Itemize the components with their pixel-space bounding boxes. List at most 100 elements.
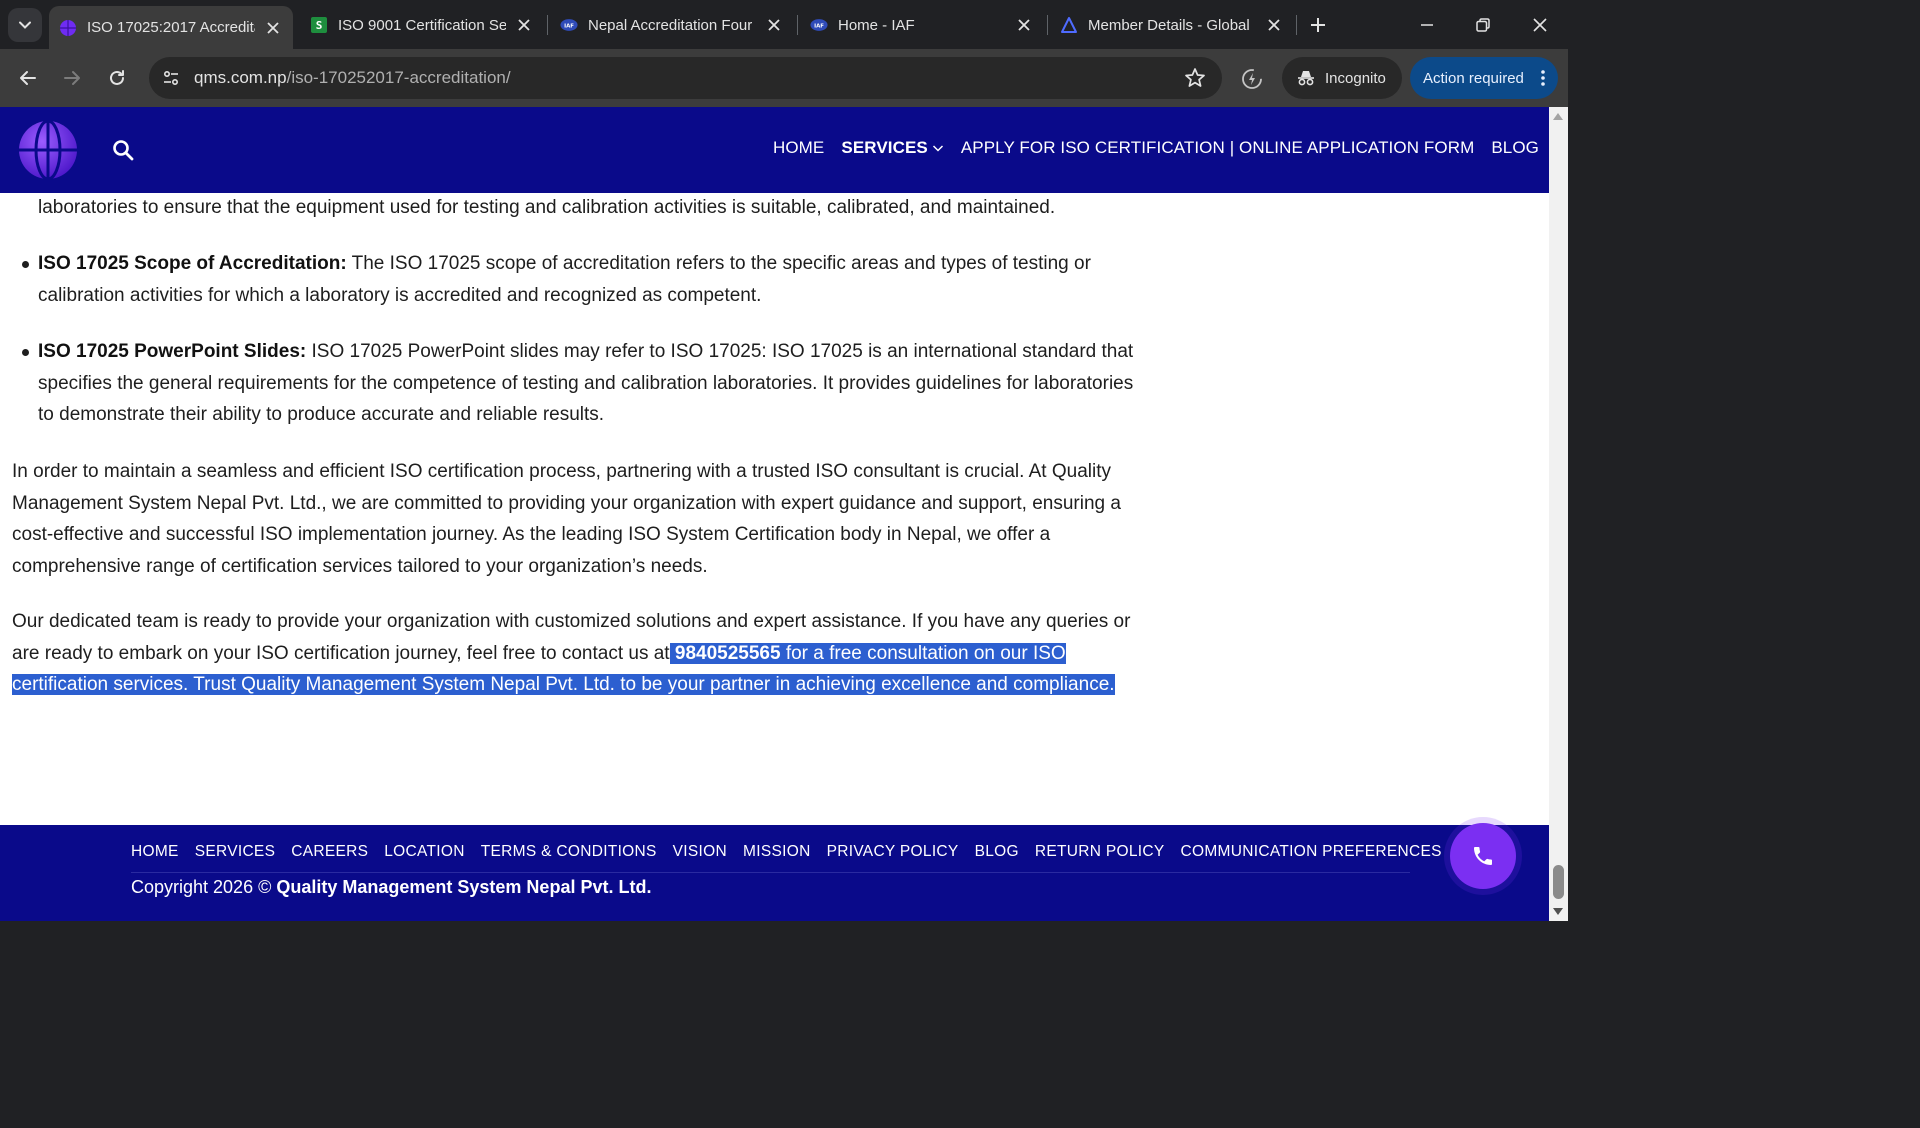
phone-icon: [1474, 847, 1492, 865]
nav-home[interactable]: HOME: [773, 138, 824, 158]
nav-services-label: SERVICES: [841, 138, 928, 157]
list-item-term: ISO 17025 PowerPoint Slides:: [38, 341, 307, 362]
reload-button[interactable]: [101, 62, 133, 94]
phone-number[interactable]: 9840525565: [675, 643, 781, 664]
tab-iso-9001[interactable]: S ISO 9001 Certification Se: [300, 7, 544, 43]
tab-separator: [1047, 15, 1048, 35]
copyright-company: Quality Management System Nepal Pvt. Ltd…: [276, 877, 652, 897]
footer-link-vision[interactable]: VISION: [673, 843, 727, 861]
footer-link-return[interactable]: RETURN POLICY: [1035, 843, 1165, 861]
tab-nepal-accreditation[interactable]: IAF Nepal Accreditation Four: [550, 7, 794, 43]
paragraph-contact: Our dedicated team is ready to provide y…: [12, 606, 1142, 701]
call-button[interactable]: [1450, 823, 1516, 889]
action-required-label: Action required: [1423, 69, 1524, 87]
page-viewport: HOME SERVICES APPLY FOR ISO CERTIFICATIO…: [0, 107, 1568, 921]
footer-link-home[interactable]: HOME: [131, 843, 179, 861]
scrollbar-thumb[interactable]: [1553, 865, 1564, 899]
footer-link-terms[interactable]: TERMS & CONDITIONS: [481, 843, 657, 861]
close-window-button[interactable]: [1525, 10, 1555, 40]
close-icon[interactable]: [1266, 17, 1282, 33]
url-path: /iso-170252017-accreditation/: [286, 68, 511, 87]
chevron-down-icon: [932, 145, 943, 152]
minimize-button[interactable]: [1412, 10, 1442, 40]
paragraph-consultant: In order to maintain a seamless and effi…: [12, 461, 1121, 577]
performance-icon[interactable]: [1238, 65, 1266, 93]
sheets-green-icon: S: [310, 16, 328, 34]
svg-text:IAF: IAF: [814, 24, 824, 30]
address-bar[interactable]: qms.com.np/iso-170252017-accreditation/: [149, 57, 1222, 99]
list-item-text: laboratories to ensure that the equipmen…: [38, 197, 1056, 218]
globe-logo-icon: [19, 119, 77, 181]
minimize-icon: [1421, 24, 1433, 26]
scroll-up-icon[interactable]: [1553, 113, 1563, 120]
tab-separator: [547, 15, 548, 35]
main-nav: HOME SERVICES APPLY FOR ISO CERTIFICATIO…: [756, 138, 1539, 158]
footer-divider: [131, 872, 1410, 873]
footer-link-mission[interactable]: MISSION: [743, 843, 811, 861]
list-item: ISO 17025 PowerPoint Slides: ISO 17025 P…: [12, 336, 1142, 431]
tab-separator: [1296, 15, 1297, 35]
site-header: HOME SERVICES APPLY FOR ISO CERTIFICATIO…: [0, 107, 1549, 193]
list-item-cut: laboratories to ensure that the equipmen…: [12, 192, 1142, 224]
restore-icon: [1476, 18, 1490, 32]
nav-blog[interactable]: BLOG: [1491, 138, 1539, 158]
close-icon[interactable]: [516, 17, 532, 33]
footer-link-careers[interactable]: CAREERS: [291, 843, 368, 861]
arrow-right-icon: [64, 71, 80, 85]
forward-button[interactable]: [56, 62, 88, 94]
bullet-icon: [22, 349, 29, 356]
scroll-down-icon[interactable]: [1553, 908, 1563, 915]
iaf-icon: IAF: [810, 16, 828, 34]
bullet-icon: [22, 261, 29, 268]
back-button[interactable]: [12, 62, 44, 94]
tab-title: Home - IAF: [838, 16, 915, 34]
search-icon[interactable]: [112, 139, 134, 161]
site-footer: HOME SERVICES CAREERS LOCATION TERMS & C…: [0, 825, 1549, 921]
close-icon[interactable]: [766, 17, 782, 33]
tab-strip: ISO 17025:2017 Accredita S ISO 9001 Cert…: [0, 0, 1568, 49]
tab-title: ISO 17025:2017 Accredita: [87, 19, 255, 36]
chevron-down-icon: [19, 21, 31, 29]
footer-link-location[interactable]: LOCATION: [384, 843, 464, 861]
restore-button[interactable]: [1468, 10, 1498, 40]
footer-link-blog[interactable]: BLOG: [975, 843, 1019, 861]
tab-home-iaf[interactable]: IAF Home - IAF: [800, 7, 1044, 43]
site-info-icon[interactable]: [160, 67, 182, 89]
svg-text:IAF: IAF: [564, 24, 574, 30]
kebab-menu-icon[interactable]: [1540, 69, 1546, 87]
reload-icon: [110, 70, 124, 85]
tab-title: ISO 9001 Certification Se: [338, 16, 506, 34]
browser-toolbar: qms.com.np/iso-170252017-accreditation/ …: [0, 49, 1568, 107]
arrow-left-icon: [20, 71, 36, 85]
plus-icon: [1311, 18, 1325, 32]
footer-link-services[interactable]: SERVICES: [195, 843, 276, 861]
footer-link-privacy[interactable]: PRIVACY POLICY: [827, 843, 959, 861]
tab-search-button[interactable]: [8, 8, 42, 42]
svg-text:S: S: [316, 19, 323, 32]
footer-nav: HOME SERVICES CAREERS LOCATION TERMS & C…: [131, 843, 1458, 861]
incognito-icon: [1298, 71, 1314, 86]
url-text[interactable]: qms.com.np/iso-170252017-accreditation/: [194, 68, 511, 88]
url-host: qms.com.np: [194, 68, 287, 87]
tab-title: Nepal Accreditation Four: [588, 16, 753, 34]
list-item-term: ISO 17025 Scope of Accreditation:: [38, 253, 347, 274]
tab-title: Member Details - Global: [1088, 16, 1250, 34]
new-tab-button[interactable]: [1304, 11, 1332, 39]
copyright: Copyright 2026 © Quality Management Syst…: [131, 877, 651, 898]
site-logo[interactable]: [18, 119, 78, 181]
footer-link-communication[interactable]: COMMUNICATION PREFERENCES: [1180, 843, 1441, 861]
nav-services[interactable]: SERVICES: [841, 138, 943, 158]
tab-iso-17025[interactable]: ISO 17025:2017 Accredita: [49, 6, 293, 49]
bookmark-star-icon[interactable]: [1184, 67, 1206, 89]
page-scrollbar[interactable]: [1549, 107, 1568, 921]
nav-apply[interactable]: APPLY FOR ISO CERTIFICATION | ONLINE APP…: [961, 138, 1475, 158]
globe-purple-icon: [59, 19, 77, 37]
incognito-badge[interactable]: Incognito: [1282, 57, 1402, 99]
action-required-button[interactable]: Action required: [1410, 57, 1558, 99]
copyright-prefix: Copyright 2026 ©: [131, 877, 277, 897]
list-item: ISO 17025 Scope of Accreditation: The IS…: [12, 248, 1142, 311]
close-icon[interactable]: [265, 20, 281, 36]
tab-member-details[interactable]: Member Details - Global: [1050, 7, 1294, 43]
global-a-icon: [1060, 16, 1078, 34]
close-icon[interactable]: [1016, 17, 1032, 33]
